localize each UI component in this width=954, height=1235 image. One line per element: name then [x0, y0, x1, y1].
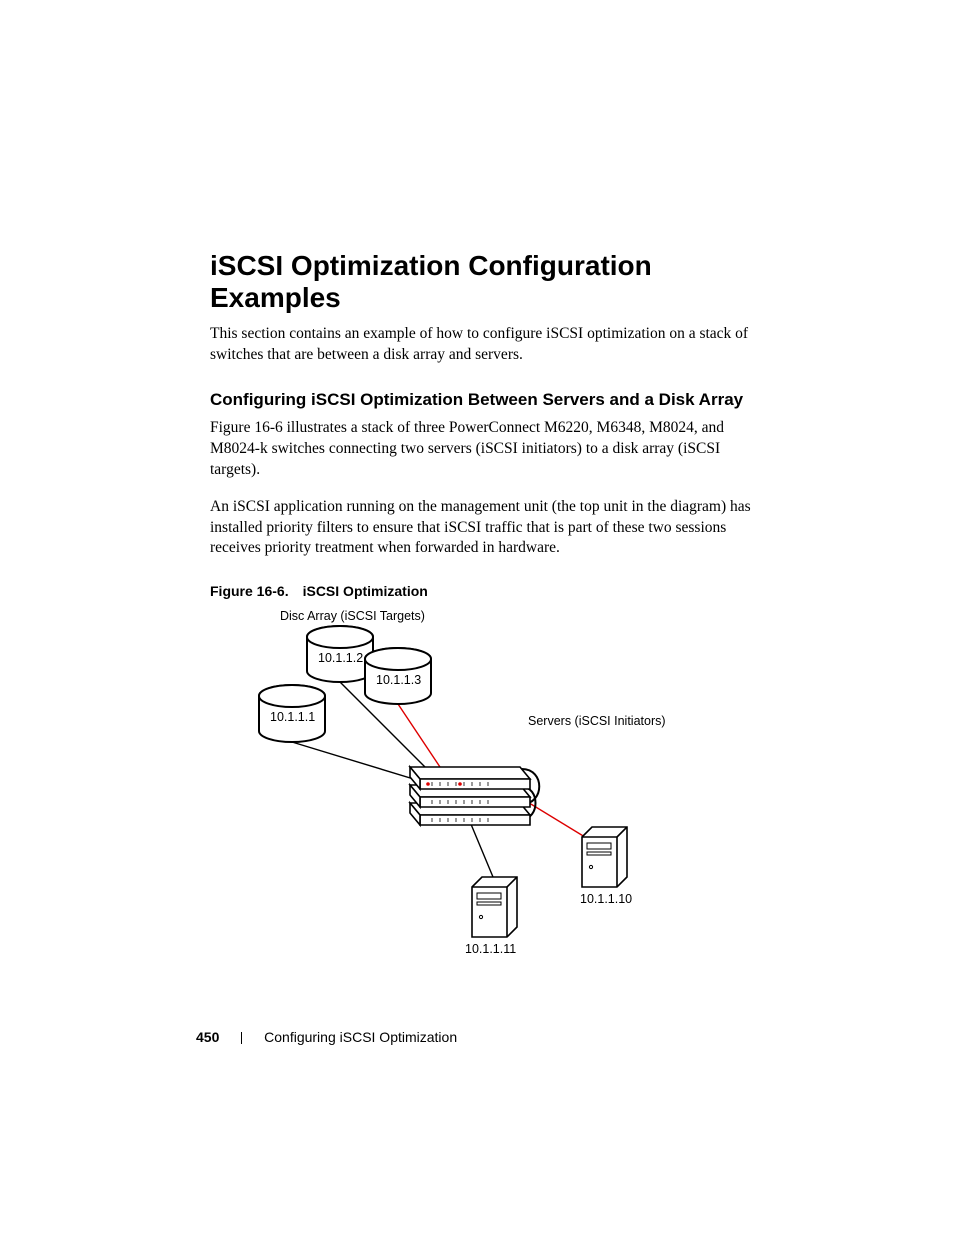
section-heading: Configuring iSCSI Optimization Between S… — [210, 390, 770, 410]
switch-stack-icon — [410, 767, 539, 825]
intro-paragraph: This section contains an example of how … — [210, 324, 770, 366]
topology-svg — [210, 609, 770, 989]
body-paragraph-1: Figure 16-6 illustrates a stack of three… — [210, 418, 770, 481]
disk-ip-2: 10.1.1.2 — [318, 651, 363, 665]
server-icon — [472, 877, 517, 937]
page-title: iSCSI Optimization Configuration Example… — [210, 250, 770, 314]
server-ip-2: 10.1.1.11 — [465, 942, 516, 956]
server-ip-1: 10.1.1.10 — [580, 892, 632, 906]
disk-ip-1: 10.1.1.1 — [270, 710, 315, 724]
body-paragraph-2: An iSCSI application running on the mana… — [210, 497, 770, 560]
figure-caption: Figure 16-6. iSCSI Optimization — [210, 583, 770, 599]
figure-title: iSCSI Optimization — [303, 583, 428, 599]
figure-number: Figure 16-6. — [210, 583, 289, 599]
page-footer: 450 Configuring iSCSI Optimization — [196, 1029, 457, 1045]
disk-ip-3: 10.1.1.3 — [376, 673, 421, 687]
footer-section-title: Configuring iSCSI Optimization — [264, 1029, 457, 1045]
server-icon — [582, 827, 627, 887]
figure-diagram: Disc Array (iSCSI Targets) Servers (iSCS… — [210, 609, 770, 989]
page-number: 450 — [196, 1029, 219, 1045]
